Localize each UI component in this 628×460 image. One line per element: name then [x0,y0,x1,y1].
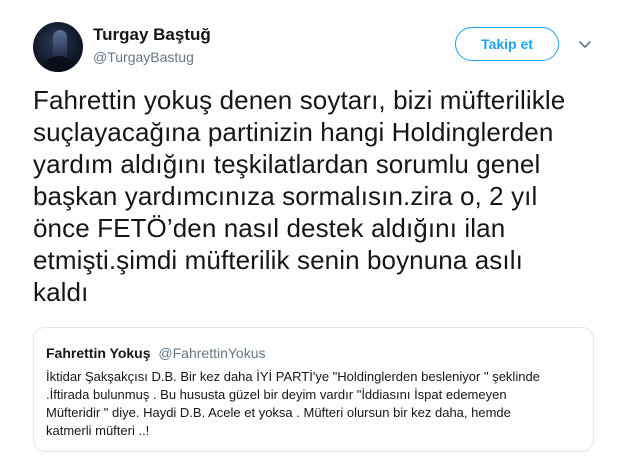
follow-button[interactable]: Takip et [455,27,559,61]
avatar-shoulder [41,56,77,72]
tweet-text: Fahrettin yokuş denen soytarı, bizi müft… [33,85,566,307]
author-handle[interactable]: @TurgayBastug [93,49,194,65]
avatar[interactable] [33,22,83,72]
quoted-author-name: Fahrettin Yokuş [46,345,151,361]
quoted-author-handle: @FahrettinYokus [158,345,266,361]
quoted-tweet-card[interactable]: Fahrettin Yokuş @FahrettinYokus İktidar … [33,327,594,452]
chevron-down-icon[interactable] [577,36,593,52]
quoted-tweet-header: Fahrettin Yokuş @FahrettinYokus [46,344,581,362]
quoted-tweet-text: İktidar Şakşakçısı D.B. Bir kez daha İYİ… [46,369,540,438]
author-name[interactable]: Turgay Baştuğ [93,25,211,45]
